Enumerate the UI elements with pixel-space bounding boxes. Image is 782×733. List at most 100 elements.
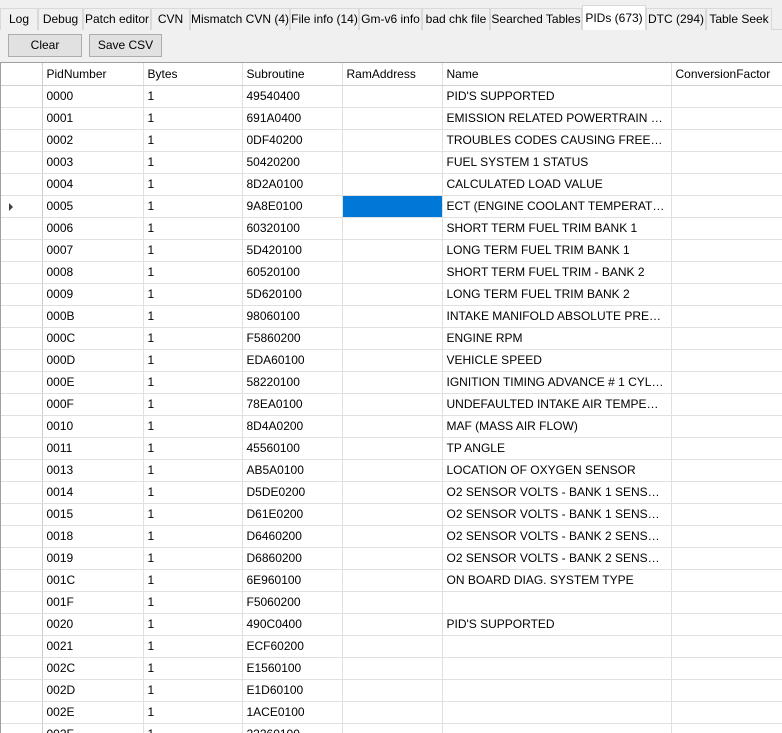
cell-pidnumber[interactable]: 0021 <box>42 635 144 658</box>
cell-pidnumber[interactable]: 002E <box>42 701 144 724</box>
cell-bytes[interactable]: 1 <box>143 107 243 130</box>
row-header[interactable] <box>1 195 43 218</box>
cell-bytes[interactable]: 1 <box>143 613 243 636</box>
table-row[interactable]: 0020 1 490C0400 PID'S SUPPORTED <box>1 613 782 636</box>
cell-pidnumber[interactable]: 0008 <box>42 261 144 284</box>
cell-ramaddress[interactable] <box>342 503 443 526</box>
table-row[interactable]: 001C 1 6E960100 ON BOARD DIAG. SYSTEM TYPE <box>1 569 782 592</box>
cell-pidnumber[interactable]: 0015 <box>42 503 144 526</box>
cell-subroutine[interactable]: 691A0400 <box>242 107 343 130</box>
table-row[interactable]: 0010 1 8D4A0200 MAF (MASS AIR FLOW) <box>1 415 782 438</box>
row-header[interactable] <box>1 569 43 592</box>
table-row[interactable]: 000C 1 F5860200 ENGINE RPM <box>1 327 782 350</box>
cell-bytes[interactable]: 1 <box>143 679 243 702</box>
cell-conversionfactor[interactable] <box>671 723 782 733</box>
cell-conversionfactor[interactable] <box>671 481 782 504</box>
cell-subroutine[interactable]: AB5A0100 <box>242 459 343 482</box>
table-row[interactable]: 0013 1 AB5A0100 LOCATION OF OXYGEN SENSOR <box>1 459 782 482</box>
cell-subroutine[interactable]: 45560100 <box>242 437 343 460</box>
row-header[interactable] <box>1 305 43 328</box>
cell-conversionfactor[interactable] <box>671 635 782 658</box>
table-row[interactable]: 002D 1 E1D60100 <box>1 679 782 702</box>
cell-ramaddress[interactable] <box>342 547 443 570</box>
table-row[interactable]: 002F122260100 <box>1 723 782 733</box>
cell-pidnumber[interactable]: 0009 <box>42 283 144 306</box>
table-row[interactable]: 0007 1 5D420100 LONG TERM FUEL TRIM BANK 1 <box>1 239 782 262</box>
cell-name[interactable] <box>442 635 672 658</box>
table-row[interactable]: 001F 1 F5060200 <box>1 591 782 614</box>
table-row[interactable]: 0018 1 D6460200 O2 SENSOR VOLTS - BANK 2 SE… <box>1 525 782 548</box>
cell-subroutine[interactable]: 5D420100 <box>242 239 343 262</box>
cell-name[interactable]: FUEL SYSTEM 1 STATUS <box>442 151 672 174</box>
row-header[interactable] <box>1 723 43 733</box>
tab-mismatch-cvn[interactable]: Mismatch CVN (4) <box>190 8 290 30</box>
column-header-name[interactable]: Name <box>442 63 672 86</box>
cell-name[interactable]: MAF (MASS AIR FLOW) <box>442 415 672 438</box>
row-header[interactable] <box>1 503 43 526</box>
cell-pidnumber[interactable]: 000F <box>42 393 144 416</box>
cell-name[interactable]: IGNITION TIMING ADVANCE # 1 CYLINDER <box>442 371 672 394</box>
cell-bytes[interactable]: 1 <box>143 239 243 262</box>
cell-ramaddress[interactable] <box>342 415 443 438</box>
row-header-corner[interactable] <box>1 63 43 86</box>
tab-dtc[interactable]: DTC (294) <box>646 8 706 30</box>
row-header[interactable] <box>1 217 43 240</box>
cell-pidnumber[interactable]: 000D <box>42 349 144 372</box>
cell-conversionfactor[interactable] <box>671 547 782 570</box>
cell-name[interactable]: LOCATION OF OXYGEN SENSOR <box>442 459 672 482</box>
cell-name[interactable] <box>442 701 672 724</box>
cell-name[interactable]: SHORT TERM FUEL TRIM BANK 1 <box>442 217 672 240</box>
cell-pidnumber[interactable]: 000C <box>42 327 144 350</box>
cell-ramaddress[interactable] <box>342 701 443 724</box>
table-row[interactable]: 002E 1 1ACE0100 <box>1 701 782 724</box>
cell-ramaddress[interactable] <box>342 393 443 416</box>
table-row[interactable]: 0008 1 60520100 SHORT TERM FUEL TRIM - BANK… <box>1 261 782 284</box>
cell-pidnumber[interactable]: 0018 <box>42 525 144 548</box>
cell-subroutine[interactable]: D61E0200 <box>242 503 343 526</box>
cell-pidnumber[interactable]: 0020 <box>42 613 144 636</box>
cell-name[interactable]: O2 SENSOR VOLTS - BANK 1 SENSOR 2 <box>442 503 672 526</box>
cell-ramaddress[interactable] <box>342 657 443 680</box>
tab-log[interactable]: Log <box>0 8 38 30</box>
cell-bytes[interactable]: 1 <box>143 591 243 614</box>
tab-debug[interactable]: Debug <box>38 8 83 30</box>
cell-conversionfactor[interactable] <box>671 261 782 284</box>
row-header[interactable] <box>1 459 43 482</box>
cell-conversionfactor[interactable] <box>671 305 782 328</box>
cell-name[interactable]: O2 SENSOR VOLTS - BANK 2 SENSOR 1 <box>442 525 672 548</box>
cell-pidnumber[interactable]: 0010 <box>42 415 144 438</box>
cell-conversionfactor[interactable] <box>671 151 782 174</box>
cell-pidnumber[interactable]: 0013 <box>42 459 144 482</box>
cell-name[interactable]: ENGINE RPM <box>442 327 672 350</box>
column-header-bytes[interactable]: Bytes <box>143 63 243 86</box>
cell-subroutine[interactable]: 60520100 <box>242 261 343 284</box>
cell-name[interactable] <box>442 591 672 614</box>
cell-bytes[interactable]: 1 <box>143 459 243 482</box>
table-row[interactable]: 000B 1 98060100 INTAKE MANIFOLD ABSOLUTE PR… <box>1 305 782 328</box>
cell-bytes[interactable]: 1 <box>143 393 243 416</box>
cell-pidnumber[interactable]: 002D <box>42 679 144 702</box>
table-row[interactable]: 0000 1 49540400 PID'S SUPPORTED <box>1 85 782 108</box>
cell-ramaddress[interactable] <box>342 481 443 504</box>
cell-ramaddress[interactable] <box>342 85 443 108</box>
cell-bytes[interactable]: 1 <box>143 305 243 328</box>
cell-bytes[interactable]: 1 <box>143 85 243 108</box>
row-header[interactable] <box>1 591 43 614</box>
table-row[interactable]: 0002 1 0DF40200 TROUBLES CODES CAUSING FREE… <box>1 129 782 152</box>
cell-bytes[interactable]: 1 <box>143 261 243 284</box>
cell-conversionfactor[interactable] <box>671 525 782 548</box>
cell-ramaddress[interactable] <box>342 437 443 460</box>
cell-subroutine[interactable]: 5D620100 <box>242 283 343 306</box>
cell-conversionfactor[interactable] <box>671 437 782 460</box>
cell-name[interactable]: ON BOARD DIAG. SYSTEM TYPE <box>442 569 672 592</box>
cell-subroutine[interactable]: E1560100 <box>242 657 343 680</box>
row-header[interactable] <box>1 657 43 680</box>
cell-conversionfactor[interactable] <box>671 503 782 526</box>
cell-bytes[interactable]: 1 <box>143 481 243 504</box>
cell-conversionfactor[interactable] <box>671 283 782 306</box>
cell-pidnumber[interactable]: 0002 <box>42 129 144 152</box>
cell-name[interactable]: PID'S SUPPORTED <box>442 85 672 108</box>
cell-name[interactable]: LONG TERM FUEL TRIM BANK 1 <box>442 239 672 262</box>
cell-bytes[interactable]: 1 <box>143 327 243 350</box>
cell-subroutine[interactable]: EDA60100 <box>242 349 343 372</box>
